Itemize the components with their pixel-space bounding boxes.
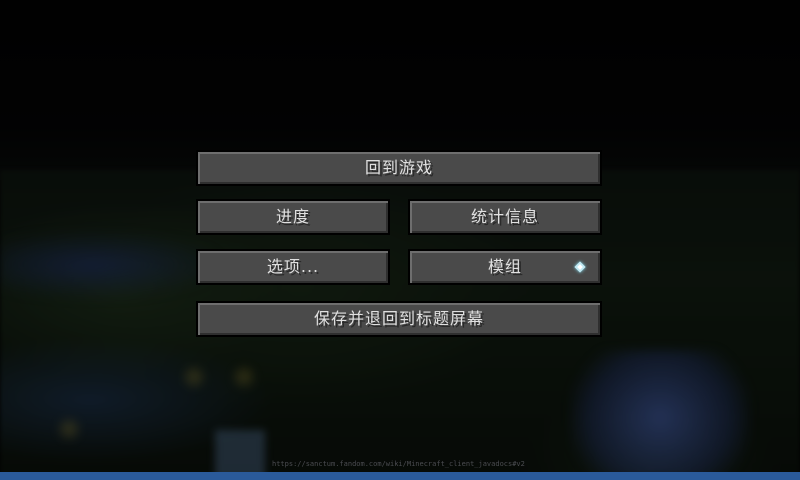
save-and-quit-button[interactable]: 保存并退回到标题屏幕 (196, 301, 602, 337)
bottom-bar (0, 472, 800, 480)
statistics-button[interactable]: 统计信息 (408, 199, 602, 235)
mods-button[interactable]: 模组 (408, 249, 602, 285)
back-to-game-button[interactable]: 回到游戏 (196, 150, 602, 186)
statistics-label: 统计信息 (470, 207, 539, 226)
diamond-icon (574, 261, 586, 273)
game-screen: https://sanctum.fandom.com/wiki/Minecraf… (0, 0, 800, 480)
background-debug-text: https://sanctum.fandom.com/wiki/Minecraf… (272, 460, 525, 468)
background-dim-overlay (0, 0, 800, 480)
options-label: 选项... (266, 257, 320, 276)
save-and-quit-label: 保存并退回到标题屏幕 (313, 309, 484, 328)
mods-label: 模组 (487, 257, 522, 276)
advancements-label: 进度 (275, 207, 310, 226)
back-to-game-label: 回到游戏 (364, 158, 433, 177)
options-button[interactable]: 选项... (196, 249, 390, 285)
advancements-button[interactable]: 进度 (196, 199, 390, 235)
